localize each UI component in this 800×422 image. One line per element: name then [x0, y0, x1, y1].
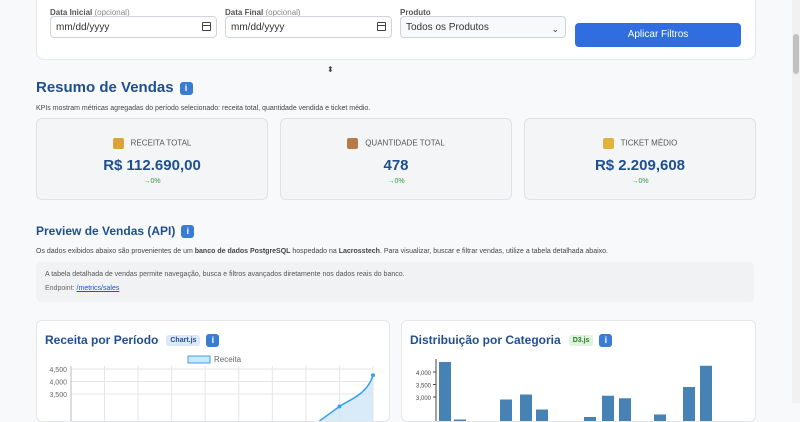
kpi-card-quantity: QUANTIDADE TOTAL 478 →0%	[280, 118, 512, 200]
kpi-delta: →0%	[387, 178, 405, 185]
bar	[584, 417, 596, 421]
kpi-label: TICKET MÉDIO	[620, 138, 678, 148]
y-tick-label: 3,500	[416, 384, 432, 390]
bar	[654, 414, 666, 421]
money-bag-icon	[112, 138, 124, 149]
bar	[619, 398, 631, 421]
chevron-down-icon: ⌄	[551, 24, 559, 34]
bar	[602, 395, 614, 421]
bar	[700, 365, 712, 421]
preview-title: Preview de Vendas (API) i	[36, 224, 195, 239]
bar	[520, 394, 532, 421]
legend-swatch	[187, 355, 211, 364]
info-icon[interactable]: i	[179, 81, 193, 95]
filters-panel: Data Inicial (opcional) mm/dd/yyyy Data …	[36, 0, 756, 60]
kpi-card-ticket: TICKET MÉDIO R$ 2.209,608 →0%	[524, 118, 756, 200]
line-chart: Receita 4,500 4,000 3,500	[49, 355, 375, 421]
api-info-text: A tabela detalhada de vendas permite nav…	[45, 271, 405, 278]
y-tick-label: 3,500	[49, 392, 67, 399]
kpi-delta: →0%	[143, 178, 161, 185]
kpi-label: RECEITA TOTAL	[130, 138, 192, 148]
bar	[439, 362, 451, 421]
info-icon[interactable]: i	[181, 225, 195, 239]
kpi-label: QUANTIDADE TOTAL	[365, 138, 445, 148]
data-point	[371, 373, 375, 378]
preview-description: Os dados exibidos abaixo são proveniente…	[36, 248, 608, 255]
end-date-input[interactable]: mm/dd/yyyy	[225, 16, 392, 38]
api-info-box: A tabela detalhada de vendas permite nav…	[36, 262, 754, 302]
kpi-value: R$ 2.209,608	[594, 157, 686, 174]
summary-title: Resumo de Vendas i	[36, 79, 193, 96]
bar	[683, 387, 695, 421]
kpi-delta: →0%	[631, 178, 649, 185]
calendar-icon[interactable]	[377, 22, 386, 31]
y-tick-label: 4,500	[49, 367, 67, 374]
legend-label: Receita	[214, 355, 242, 364]
calendar-icon[interactable]	[202, 22, 211, 31]
bar-chart: 4,000 3,500 3,000	[416, 359, 712, 421]
package-icon	[347, 138, 359, 149]
kpi-value: R$ 112.690,00	[103, 157, 201, 174]
ticket-icon	[602, 138, 614, 149]
kpi-card-revenue: RECEITA TOTAL R$ 112.690,00 →0%	[36, 118, 268, 200]
product-select[interactable]: Todos os Produtos ⌄	[400, 16, 566, 38]
start-date-input[interactable]: mm/dd/yyyy	[50, 16, 217, 38]
bar	[536, 409, 548, 421]
y-tick-label: 4,000	[416, 371, 432, 377]
summary-description: KPIs mostram métricas agregadas do perío…	[36, 105, 371, 112]
resize-handle-icon[interactable]: ⬍	[327, 65, 334, 74]
bar	[454, 419, 466, 421]
y-tick-label: 4,000	[49, 380, 67, 387]
endpoint-link[interactable]: /metrics/sales	[77, 285, 120, 292]
apply-filters-button[interactable]: Aplicar Filtros	[575, 23, 741, 47]
scrollbar-thumb[interactable]	[793, 34, 799, 74]
chart-card-revenue: Receita por Período Chart.js i Receita 4,50…	[36, 320, 390, 422]
data-point	[337, 404, 342, 409]
y-tick-label: 3,000	[416, 396, 432, 402]
chart-card-category: Distribuição por Categoria D3.js i 4,000 3,…	[401, 320, 756, 422]
endpoint-line: Endpoint: /metrics/sales	[45, 285, 120, 292]
scrollbar[interactable]	[792, 0, 800, 403]
series-area	[319, 375, 373, 421]
kpi-value: 478	[383, 157, 409, 174]
